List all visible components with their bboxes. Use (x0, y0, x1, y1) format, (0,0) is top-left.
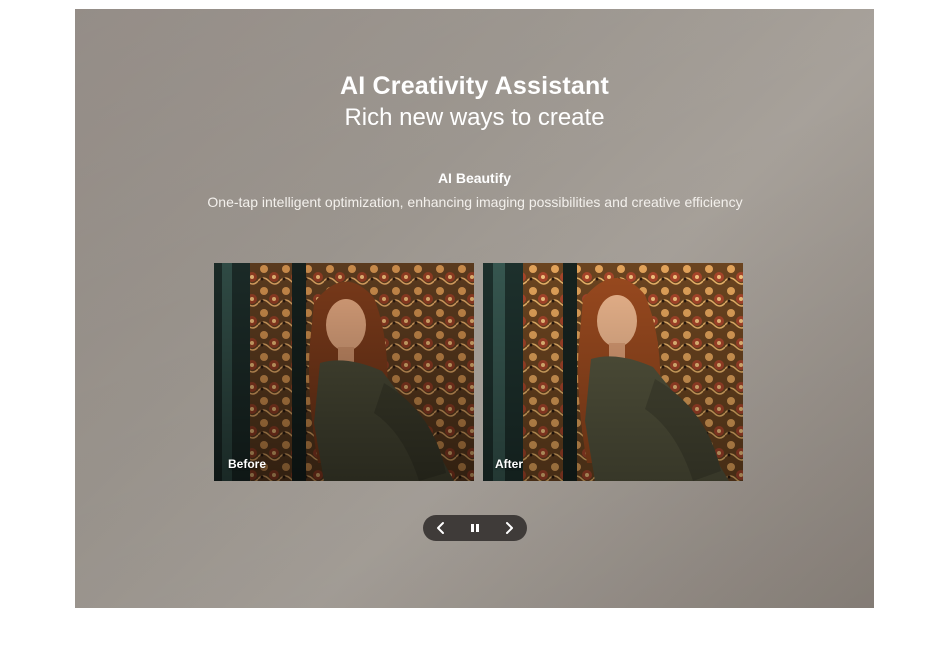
hero-subtitle: Rich new ways to create (344, 104, 605, 131)
before-photo-image (214, 263, 474, 481)
hero-title: AI Creativity Assistant (339, 72, 610, 100)
before-label: Before (228, 457, 267, 471)
feature-title: AI Beautify (437, 170, 512, 186)
chevron-left-icon (437, 522, 444, 534)
before-photo: Before (214, 263, 474, 481)
next-button[interactable] (497, 517, 521, 539)
chevron-right-icon (506, 522, 513, 534)
pause-icon (471, 524, 479, 532)
feature-panel: AI Creativity Assistant Rich new ways to… (75, 9, 874, 608)
after-photo-image (483, 263, 743, 481)
pause-button[interactable] (463, 517, 487, 539)
after-photo: After (483, 263, 743, 481)
feature-description: One-tap intelligent optimization, enhanc… (207, 194, 743, 210)
after-label: After (495, 457, 524, 471)
previous-button[interactable] (429, 517, 453, 539)
carousel-controls (423, 515, 527, 541)
